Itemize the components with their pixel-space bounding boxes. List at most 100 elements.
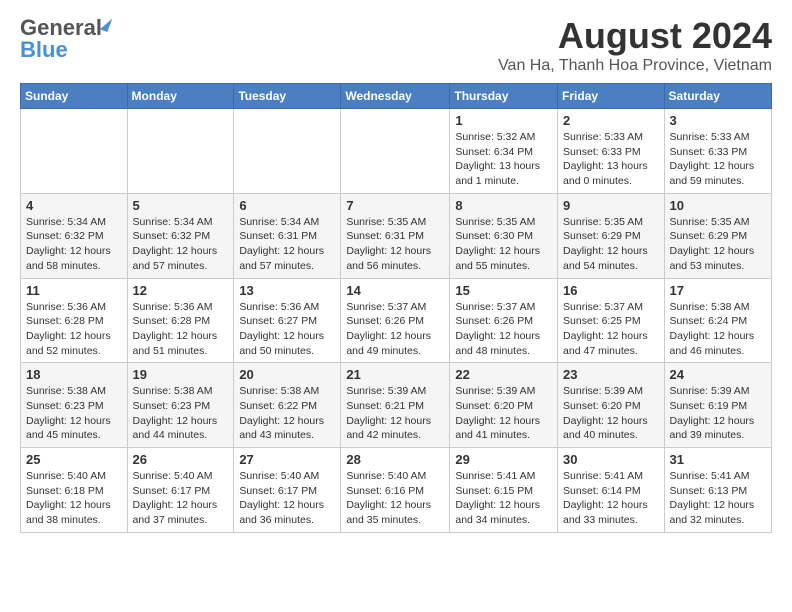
calendar-cell: 27 Sunrise: 5:40 AM Sunset: 6:17 PM Dayli… <box>234 448 341 533</box>
day-info: Sunrise: 5:37 AM Sunset: 6:25 PM Dayligh… <box>563 300 659 359</box>
day-number: 30 <box>563 452 659 467</box>
day-info: Sunrise: 5:35 AM Sunset: 6:30 PM Dayligh… <box>455 215 552 274</box>
calendar-cell: 24 Sunrise: 5:39 AM Sunset: 6:19 PM Dayli… <box>664 363 771 448</box>
day-info: Sunrise: 5:36 AM Sunset: 6:27 PM Dayligh… <box>239 300 335 359</box>
day-info: Sunrise: 5:38 AM Sunset: 6:24 PM Dayligh… <box>670 300 766 359</box>
calendar-cell: 16 Sunrise: 5:37 AM Sunset: 6:25 PM Dayli… <box>558 278 665 363</box>
day-info: Sunrise: 5:37 AM Sunset: 6:26 PM Dayligh… <box>346 300 444 359</box>
calendar-cell: 19 Sunrise: 5:38 AM Sunset: 6:23 PM Dayli… <box>127 363 234 448</box>
calendar-cell: 10 Sunrise: 5:35 AM Sunset: 6:29 PM Dayli… <box>664 193 771 278</box>
calendar-cell <box>341 109 450 194</box>
day-info: Sunrise: 5:34 AM Sunset: 6:31 PM Dayligh… <box>239 215 335 274</box>
calendar-cell: 15 Sunrise: 5:37 AM Sunset: 6:26 PM Dayli… <box>450 278 558 363</box>
page-header: General Blue August 2024 Van Ha, Thanh H… <box>20 15 772 75</box>
day-info: Sunrise: 5:39 AM Sunset: 6:19 PM Dayligh… <box>670 384 766 443</box>
calendar-week-5: 25 Sunrise: 5:40 AM Sunset: 6:18 PM Dayli… <box>21 448 772 533</box>
day-info: Sunrise: 5:35 AM Sunset: 6:29 PM Dayligh… <box>563 215 659 274</box>
day-number: 3 <box>670 113 766 128</box>
day-number: 17 <box>670 283 766 298</box>
day-info: Sunrise: 5:33 AM Sunset: 6:33 PM Dayligh… <box>670 130 766 189</box>
day-number: 5 <box>133 198 229 213</box>
day-number: 21 <box>346 367 444 382</box>
calendar-cell: 12Sunrise: 5:36 AM Sunset: 6:28 PM Dayli… <box>127 278 234 363</box>
day-info: Sunrise: 5:36 AM Sunset: 6:28 PM Dayligh… <box>26 300 122 359</box>
calendar-cell: 17 Sunrise: 5:38 AM Sunset: 6:24 PM Dayli… <box>664 278 771 363</box>
day-info: Sunrise: 5:37 AM Sunset: 6:26 PM Dayligh… <box>455 300 552 359</box>
calendar-header-row: SundayMondayTuesdayWednesdayThursdayFrid… <box>21 84 772 109</box>
day-number: 13 <box>239 283 335 298</box>
calendar-cell <box>127 109 234 194</box>
title-block: August 2024 Van Ha, Thanh Hoa Province, … <box>498 15 772 75</box>
calendar-cell: 13 Sunrise: 5:36 AM Sunset: 6:27 PM Dayli… <box>234 278 341 363</box>
calendar-cell: 3 Sunrise: 5:33 AM Sunset: 6:33 PM Daylig… <box>664 109 771 194</box>
calendar-cell <box>21 109 128 194</box>
calendar-header-wednesday: Wednesday <box>341 84 450 109</box>
day-info: Sunrise: 5:41 AM Sunset: 6:15 PM Dayligh… <box>455 469 552 528</box>
day-number: 24 <box>670 367 766 382</box>
day-number: 14 <box>346 283 444 298</box>
calendar-cell: 29Sunrise: 5:41 AM Sunset: 6:15 PM Dayli… <box>450 448 558 533</box>
calendar-cell: 8Sunrise: 5:35 AM Sunset: 6:30 PM Daylig… <box>450 193 558 278</box>
day-number: 28 <box>346 452 444 467</box>
location-subtitle: Van Ha, Thanh Hoa Province, Vietnam <box>498 57 772 75</box>
calendar-cell: 4Sunrise: 5:34 AM Sunset: 6:32 PM Daylig… <box>21 193 128 278</box>
day-info: Sunrise: 5:39 AM Sunset: 6:21 PM Dayligh… <box>346 384 444 443</box>
day-info: Sunrise: 5:39 AM Sunset: 6:20 PM Dayligh… <box>563 384 659 443</box>
day-number: 19 <box>133 367 229 382</box>
calendar-body: 1 Sunrise: 5:32 AM Sunset: 6:34 PM Daylig… <box>21 109 772 533</box>
day-number: 22 <box>455 367 552 382</box>
day-info: Sunrise: 5:40 AM Sunset: 6:16 PM Dayligh… <box>346 469 444 528</box>
calendar-cell: 2 Sunrise: 5:33 AM Sunset: 6:33 PM Daylig… <box>558 109 665 194</box>
calendar-header-thursday: Thursday <box>450 84 558 109</box>
calendar-cell <box>234 109 341 194</box>
calendar-cell: 14 Sunrise: 5:37 AM Sunset: 6:26 PM Dayli… <box>341 278 450 363</box>
calendar-cell: 1 Sunrise: 5:32 AM Sunset: 6:34 PM Daylig… <box>450 109 558 194</box>
calendar-header-sunday: Sunday <box>21 84 128 109</box>
calendar-cell: 28 Sunrise: 5:40 AM Sunset: 6:16 PM Dayli… <box>341 448 450 533</box>
calendar-table: SundayMondayTuesdayWednesdayThursdayFrid… <box>20 83 772 533</box>
day-number: 2 <box>563 113 659 128</box>
day-info: Sunrise: 5:38 AM Sunset: 6:23 PM Dayligh… <box>133 384 229 443</box>
day-number: 1 <box>455 113 552 128</box>
month-year-title: August 2024 <box>498 15 772 57</box>
day-info: Sunrise: 5:35 AM Sunset: 6:31 PM Dayligh… <box>346 215 444 274</box>
day-info: Sunrise: 5:39 AM Sunset: 6:20 PM Dayligh… <box>455 384 552 443</box>
calendar-cell: 9Sunrise: 5:35 AM Sunset: 6:29 PM Daylig… <box>558 193 665 278</box>
day-number: 31 <box>670 452 766 467</box>
calendar-week-1: 1 Sunrise: 5:32 AM Sunset: 6:34 PM Daylig… <box>21 109 772 194</box>
day-info: Sunrise: 5:40 AM Sunset: 6:18 PM Dayligh… <box>26 469 122 528</box>
logo: General Blue <box>20 15 102 63</box>
day-info: Sunrise: 5:38 AM Sunset: 6:22 PM Dayligh… <box>239 384 335 443</box>
calendar-cell: 31 Sunrise: 5:41 AM Sunset: 6:13 PM Dayli… <box>664 448 771 533</box>
day-info: Sunrise: 5:33 AM Sunset: 6:33 PM Dayligh… <box>563 130 659 189</box>
day-info: Sunrise: 5:36 AM Sunset: 6:28 PM Dayligh… <box>133 300 229 359</box>
day-info: Sunrise: 5:41 AM Sunset: 6:13 PM Dayligh… <box>670 469 766 528</box>
day-info: Sunrise: 5:41 AM Sunset: 6:14 PM Dayligh… <box>563 469 659 528</box>
calendar-cell: 18 Sunrise: 5:38 AM Sunset: 6:23 PM Dayli… <box>21 363 128 448</box>
day-number: 23 <box>563 367 659 382</box>
calendar-cell: 7Sunrise: 5:35 AM Sunset: 6:31 PM Daylig… <box>341 193 450 278</box>
calendar-cell: 6 Sunrise: 5:34 AM Sunset: 6:31 PM Daylig… <box>234 193 341 278</box>
day-info: Sunrise: 5:35 AM Sunset: 6:29 PM Dayligh… <box>670 215 766 274</box>
day-info: Sunrise: 5:38 AM Sunset: 6:23 PM Dayligh… <box>26 384 122 443</box>
calendar-header-tuesday: Tuesday <box>234 84 341 109</box>
calendar-cell: 21 Sunrise: 5:39 AM Sunset: 6:21 PM Dayli… <box>341 363 450 448</box>
day-number: 16 <box>563 283 659 298</box>
calendar-cell: 25 Sunrise: 5:40 AM Sunset: 6:18 PM Dayli… <box>21 448 128 533</box>
day-number: 15 <box>455 283 552 298</box>
calendar-header-monday: Monday <box>127 84 234 109</box>
day-number: 6 <box>239 198 335 213</box>
day-number: 26 <box>133 452 229 467</box>
day-number: 10 <box>670 198 766 213</box>
day-number: 18 <box>26 367 122 382</box>
calendar-week-3: 11 Sunrise: 5:36 AM Sunset: 6:28 PM Dayli… <box>21 278 772 363</box>
calendar-cell: 11 Sunrise: 5:36 AM Sunset: 6:28 PM Dayli… <box>21 278 128 363</box>
calendar-week-4: 18 Sunrise: 5:38 AM Sunset: 6:23 PM Dayli… <box>21 363 772 448</box>
day-number: 25 <box>26 452 122 467</box>
day-number: 27 <box>239 452 335 467</box>
day-number: 20 <box>239 367 335 382</box>
calendar-header-friday: Friday <box>558 84 665 109</box>
day-info: Sunrise: 5:40 AM Sunset: 6:17 PM Dayligh… <box>239 469 335 528</box>
day-info: Sunrise: 5:32 AM Sunset: 6:34 PM Dayligh… <box>455 130 552 189</box>
day-number: 11 <box>26 283 122 298</box>
